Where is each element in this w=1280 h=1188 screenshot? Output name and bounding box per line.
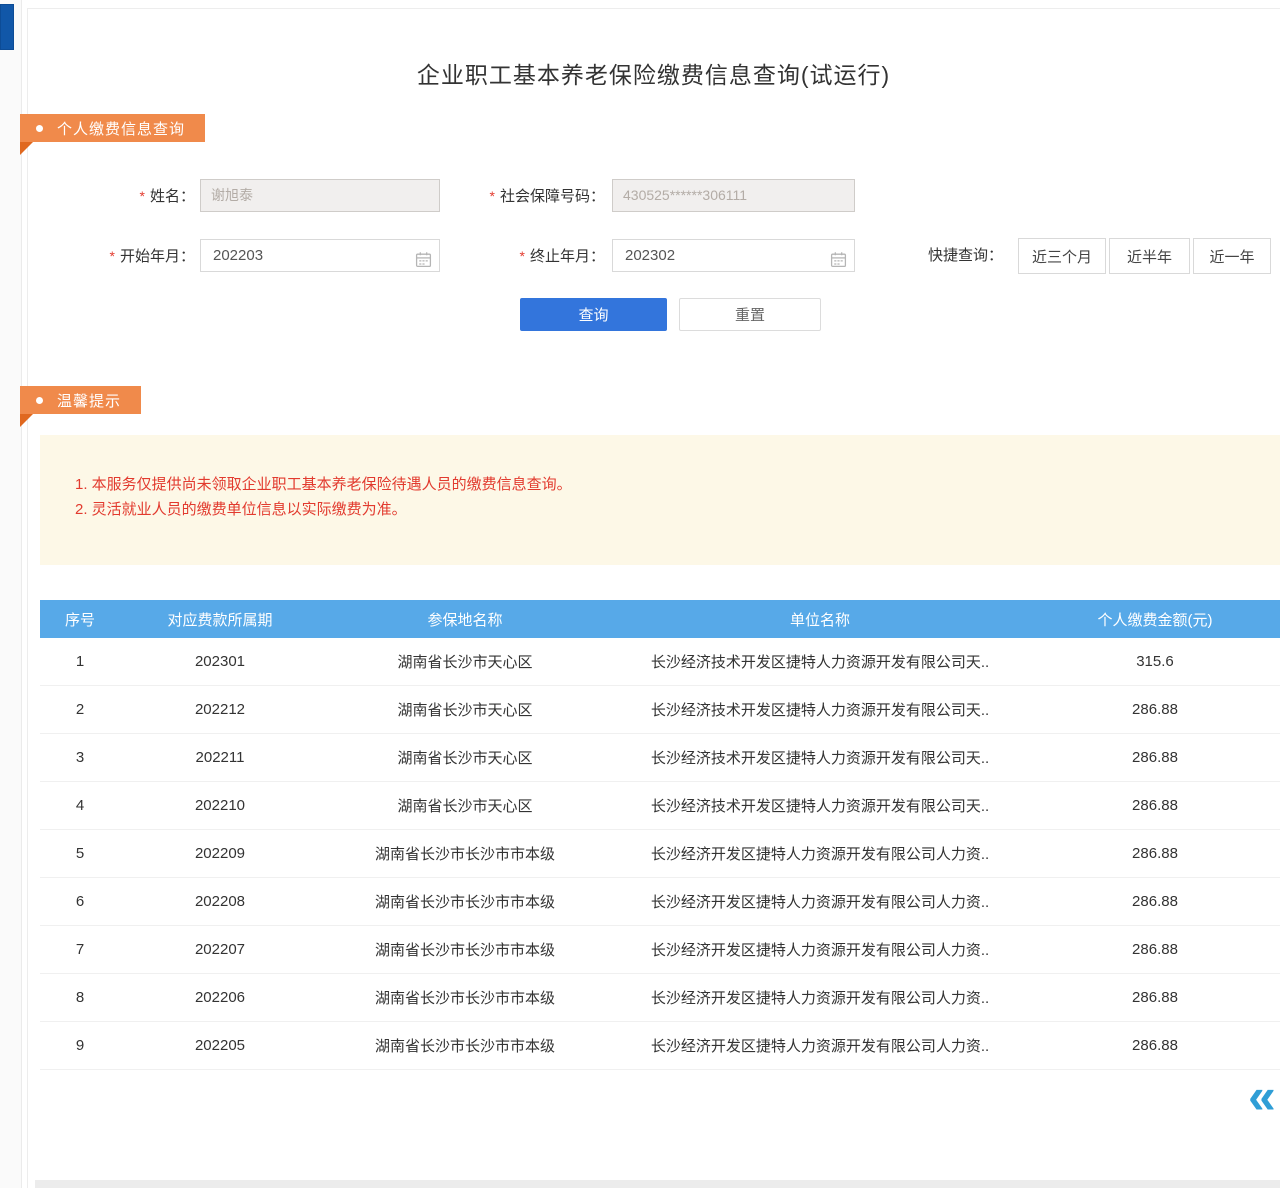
cell-employer: 长沙经济开发区捷特人力资源开发有限公司人力资..: [610, 878, 1030, 925]
ribbon-fold: [20, 142, 33, 155]
left-rail: [0, 0, 22, 1188]
cell-employer: 长沙经济技术开发区捷特人力资源开发有限公司天..: [610, 734, 1030, 781]
table-row: 2 202212 湖南省长沙市天心区 长沙经济技术开发区捷特人力资源开发有限公司…: [40, 686, 1280, 734]
cell-amount: 286.88: [1030, 878, 1280, 925]
cell-period: 202210: [120, 782, 320, 829]
section-label: 温馨提示: [57, 390, 121, 411]
cell-amount: 286.88: [1030, 782, 1280, 829]
cell-location: 湖南省长沙市长沙市市本级: [320, 974, 610, 1021]
col-header-period: 对应费款所属期: [120, 600, 320, 638]
cell-index: 4: [40, 782, 120, 829]
cell-amount: 286.88: [1030, 926, 1280, 973]
start-month-label: *开始年月：: [60, 246, 195, 267]
required-asterisk: *: [110, 248, 115, 264]
bullet-icon: [36, 125, 43, 132]
table-row: 6 202208 湖南省长沙市长沙市市本级 长沙经济开发区捷特人力资源开发有限公…: [40, 878, 1280, 926]
name-label: *姓名：: [60, 186, 195, 207]
cell-employer: 长沙经济开发区捷特人力资源开发有限公司人力资..: [610, 1022, 1030, 1069]
cell-index: 6: [40, 878, 120, 925]
double-chevron-left-icon[interactable]: «: [1248, 1072, 1276, 1120]
cell-index: 3: [40, 734, 120, 781]
pension-query-page: 企业职工基本养老保险缴费信息查询(试运行) 个人缴费信息查询 *姓名： 谢旭泰 …: [0, 0, 1280, 1188]
table-row: 9 202205 湖南省长沙市长沙市市本级 长沙经济开发区捷特人力资源开发有限公…: [40, 1022, 1280, 1070]
quick-query-label: 快捷查询：: [928, 246, 1012, 266]
cell-location: 湖南省长沙市长沙市市本级: [320, 878, 610, 925]
reset-button[interactable]: 重置: [679, 298, 821, 331]
cell-amount: 286.88: [1030, 1022, 1280, 1069]
table-row: 5 202209 湖南省长沙市长沙市市本级 长沙经济开发区捷特人力资源开发有限公…: [40, 830, 1280, 878]
cell-location: 湖南省长沙市长沙市市本级: [320, 926, 610, 973]
cell-period: 202209: [120, 830, 320, 877]
cell-period: 202208: [120, 878, 320, 925]
name-field[interactable]: 谢旭泰: [200, 179, 440, 212]
table-row: 7 202207 湖南省长沙市长沙市市本级 长沙经济开发区捷特人力资源开发有限公…: [40, 926, 1280, 974]
cell-amount: 286.88: [1030, 686, 1280, 733]
cell-location: 湖南省长沙市天心区: [320, 638, 610, 685]
cell-period: 202211: [120, 734, 320, 781]
cell-location: 湖南省长沙市长沙市市本级: [320, 1022, 610, 1069]
section-header-personal-query: 个人缴费信息查询: [20, 114, 205, 142]
quick-query-group: 近三个月 近半年 近一年: [1018, 238, 1271, 274]
end-month-field[interactable]: 202302: [612, 239, 855, 272]
quick-btn-last-3-months[interactable]: 近三个月: [1018, 238, 1106, 274]
table-row: 8 202206 湖南省长沙市长沙市市本级 长沙经济开发区捷特人力资源开发有限公…: [40, 974, 1280, 1022]
section-label: 个人缴费信息查询: [57, 118, 185, 139]
quick-btn-last-year[interactable]: 近一年: [1193, 238, 1271, 274]
col-header-employer: 单位名称: [610, 600, 1030, 638]
payment-results-table: 序号 对应费款所属期 参保地名称 单位名称 个人缴费金额(元) 1 202301…: [40, 600, 1280, 1070]
table-row: 3 202211 湖南省长沙市天心区 长沙经济技术开发区捷特人力资源开发有限公司…: [40, 734, 1280, 782]
cell-employer: 长沙经济开发区捷特人力资源开发有限公司人力资..: [610, 926, 1030, 973]
cell-index: 1: [40, 638, 120, 685]
sidebar-collapsed-tab[interactable]: [0, 4, 14, 50]
cell-index: 2: [40, 686, 120, 733]
ssn-label: *社会保障号码：: [430, 186, 605, 207]
section-header-tips: 温馨提示: [20, 386, 141, 414]
notice-line-1: 1. 本服务仅提供尚未领取企业职工基本养老保险待遇人员的缴费信息查询。: [75, 473, 572, 494]
notice-box: 1. 本服务仅提供尚未领取企业职工基本养老保险待遇人员的缴费信息查询。 2. 灵…: [40, 435, 1280, 565]
cell-employer: 长沙经济技术开发区捷特人力资源开发有限公司天..: [610, 686, 1030, 733]
cell-amount: 286.88: [1030, 830, 1280, 877]
cell-location: 湖南省长沙市天心区: [320, 734, 610, 781]
cell-location: 湖南省长沙市长沙市市本级: [320, 830, 610, 877]
bullet-icon: [36, 397, 43, 404]
table-row: 1 202301 湖南省长沙市天心区 长沙经济技术开发区捷特人力资源开发有限公司…: [40, 638, 1280, 686]
cell-employer: 长沙经济开发区捷特人力资源开发有限公司人力资..: [610, 830, 1030, 877]
cell-period: 202212: [120, 686, 320, 733]
cell-location: 湖南省长沙市天心区: [320, 782, 610, 829]
start-month-field[interactable]: 202203: [200, 239, 440, 272]
col-header-location: 参保地名称: [320, 600, 610, 638]
required-asterisk: *: [520, 248, 525, 264]
page-title: 企业职工基本养老保险缴费信息查询(试运行): [27, 56, 1280, 90]
cell-amount: 286.88: [1030, 974, 1280, 1021]
cell-period: 202207: [120, 926, 320, 973]
cell-index: 9: [40, 1022, 120, 1069]
end-month-label: *终止年月：: [462, 246, 605, 267]
cell-index: 8: [40, 974, 120, 1021]
col-header-amount: 个人缴费金额(元): [1030, 600, 1280, 638]
cell-period: 202205: [120, 1022, 320, 1069]
cell-amount: 315.6: [1030, 638, 1280, 685]
ssn-field[interactable]: 430525******306111: [612, 179, 855, 212]
cell-employer: 长沙经济技术开发区捷特人力资源开发有限公司天..: [610, 782, 1030, 829]
ribbon-fold: [20, 414, 33, 427]
cell-employer: 长沙经济开发区捷特人力资源开发有限公司人力资..: [610, 974, 1030, 1021]
table-row: 4 202210 湖南省长沙市天心区 长沙经济技术开发区捷特人力资源开发有限公司…: [40, 782, 1280, 830]
cell-employer: 长沙经济技术开发区捷特人力资源开发有限公司天..: [610, 638, 1030, 685]
cell-index: 5: [40, 830, 120, 877]
quick-btn-last-half-year[interactable]: 近半年: [1109, 238, 1190, 274]
cell-period: 202301: [120, 638, 320, 685]
table-header-row: 序号 对应费款所属期 参保地名称 单位名称 个人缴费金额(元): [40, 600, 1280, 638]
required-asterisk: *: [490, 188, 495, 204]
required-asterisk: *: [140, 188, 145, 204]
cell-period: 202206: [120, 974, 320, 1021]
calendar-icon[interactable]: [415, 248, 432, 279]
col-header-index: 序号: [40, 600, 120, 638]
calendar-icon[interactable]: [830, 248, 847, 279]
cell-index: 7: [40, 926, 120, 973]
query-button[interactable]: 查询: [520, 298, 667, 331]
notice-line-2: 2. 灵活就业人员的缴费单位信息以实际缴费为准。: [75, 498, 407, 519]
cell-amount: 286.88: [1030, 734, 1280, 781]
cell-location: 湖南省长沙市天心区: [320, 686, 610, 733]
footer-strip: [35, 1180, 1280, 1188]
